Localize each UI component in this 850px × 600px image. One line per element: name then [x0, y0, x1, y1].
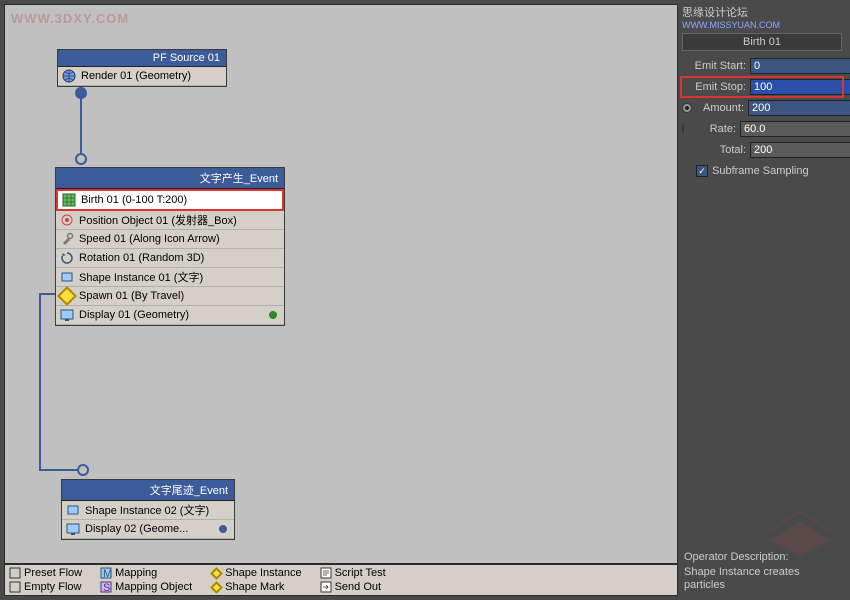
node-row-label: Rotation 01 (Random 3D) — [79, 252, 204, 264]
script-icon — [320, 567, 332, 579]
diamond-icon — [59, 288, 75, 304]
node-row-label: Position Object 01 (发射器_Box) — [79, 212, 237, 228]
panel-title[interactable]: Birth 01 — [682, 33, 842, 51]
node-row-birth[interactable]: Birth 01 (0-100 T:200) — [56, 189, 284, 211]
node-title: 文字产生_Event — [56, 168, 284, 189]
tool-label: Send Out — [335, 581, 381, 593]
radio-amount[interactable] — [682, 103, 692, 113]
tool-shape-mark[interactable]: Shape Mark — [210, 580, 301, 594]
node-row-label: Speed 01 (Along Icon Arrow) — [79, 233, 220, 245]
param-emit-stop: Emit Stop: ▲▼ — [682, 78, 842, 96]
connector-in[interactable] — [75, 153, 87, 165]
node-row-position[interactable]: Position Object 01 (发射器_Box) — [56, 211, 284, 230]
tool-label: Mapping Object — [115, 581, 192, 593]
watermark-text: WWW.3DXY.COM — [11, 11, 129, 26]
subframe-checkbox[interactable]: ✓ — [696, 165, 708, 177]
desc-title: Operator Description: — [684, 551, 840, 564]
radio-rate[interactable] — [682, 124, 684, 134]
node-row-shape-instance[interactable]: Shape Instance 01 (文字) — [56, 268, 284, 287]
node-row-label: Birth 01 (0-100 T:200) — [81, 194, 187, 206]
emit-start-input[interactable] — [750, 58, 850, 74]
diamond-icon — [210, 581, 222, 593]
node-row-label: Display 02 (Geome... — [85, 523, 188, 535]
mapping-obj-icon: S — [100, 581, 112, 593]
emit-stop-input[interactable] — [750, 79, 850, 95]
shape-icon — [59, 269, 75, 285]
grid-icon — [61, 192, 77, 208]
diamond-icon — [210, 567, 222, 579]
node-row-display[interactable]: Display 02 (Geome... — [62, 520, 234, 539]
wire — [39, 293, 55, 295]
tool-script-test[interactable]: Script Test — [320, 566, 386, 580]
param-label: Amount: — [696, 102, 748, 114]
amount-input[interactable] — [748, 100, 850, 116]
status-dot-icon — [219, 525, 227, 533]
node-event-1[interactable]: 文字产生_Event Birth 01 (0-100 T:200) Positi… — [55, 167, 285, 326]
particle-view-canvas[interactable]: WWW.3DXY.COM PF Source 01 Render 01 (Geo… — [4, 4, 678, 564]
tool-mapping[interactable]: M Mapping — [100, 566, 192, 580]
node-pf-source[interactable]: PF Source 01 Render 01 (Geometry) — [57, 49, 227, 87]
param-total: Total: — [682, 141, 842, 159]
node-row-label: Shape Instance 02 (文字) — [85, 502, 209, 518]
node-row-label: Render 01 (Geometry) — [81, 70, 191, 82]
node-row-label: Shape Instance 01 (文字) — [79, 269, 203, 285]
empty-icon — [9, 581, 21, 593]
svg-text:M: M — [103, 568, 112, 579]
tool-label: Preset Flow — [24, 567, 82, 579]
tool-empty-flow[interactable]: Empty Flow — [9, 580, 82, 594]
globe-icon — [61, 68, 77, 84]
attribution-bar: 思缘设计论坛 WWW.MISSYUAN.COM — [678, 4, 846, 33]
node-row-display[interactable]: Display 01 (Geometry) — [56, 306, 284, 325]
tool-label: Shape Instance — [225, 567, 301, 579]
tool-preset-flow[interactable]: Preset Flow — [9, 566, 82, 580]
svg-text:S: S — [103, 582, 110, 593]
param-subframe[interactable]: ✓ Subframe Sampling — [682, 162, 842, 180]
operator-toolbar: Preset Flow Empty Flow M Mapping S Mappi… — [4, 564, 678, 596]
shape-icon — [65, 502, 81, 518]
param-label: Subframe Sampling — [712, 165, 809, 177]
node-row-spawn[interactable]: Spawn 01 (By Travel) — [56, 287, 284, 306]
connector-out[interactable] — [75, 87, 87, 99]
preset-icon — [9, 567, 21, 579]
node-row-speed[interactable]: Speed 01 (Along Icon Arrow) — [56, 230, 284, 249]
node-row-label: Spawn 01 (By Travel) — [79, 290, 184, 302]
node-title: PF Source 01 — [58, 50, 226, 67]
operator-description: Operator Description: Shape Instance cre… — [678, 547, 846, 596]
node-row-label: Display 01 (Geometry) — [79, 309, 189, 321]
tool-label: Script Test — [335, 567, 386, 579]
param-amount: Amount: ▲▼ — [682, 99, 842, 117]
node-row-rotation[interactable]: Rotation 01 (Random 3D) — [56, 249, 284, 268]
node-row-shape-instance[interactable]: Shape Instance 02 (文字) — [62, 501, 234, 520]
display-icon — [59, 307, 75, 323]
param-label: Total: — [682, 144, 750, 156]
wrench-icon — [59, 231, 75, 247]
status-dot-icon — [269, 311, 277, 319]
tool-label: Empty Flow — [24, 581, 81, 593]
wire — [39, 293, 41, 469]
tool-label: Shape Mark — [225, 581, 284, 593]
tool-shape-instance[interactable]: Shape Instance — [210, 566, 301, 580]
tool-mapping-object[interactable]: S Mapping Object — [100, 580, 192, 594]
rate-input[interactable] — [740, 121, 850, 137]
total-output — [750, 142, 850, 158]
param-label: Rate: — [688, 123, 740, 135]
node-title: 文字尾迹_Event — [62, 480, 234, 501]
tool-send-out[interactable]: Send Out — [320, 580, 386, 594]
param-label: Emit Start: — [682, 60, 750, 72]
param-rate: Rate: ▲▼ — [682, 120, 842, 138]
send-icon — [320, 581, 332, 593]
param-label: Emit Stop: — [682, 81, 750, 93]
node-row-render[interactable]: Render 01 (Geometry) — [58, 67, 226, 86]
desc-body: Shape Instance creates particles — [684, 566, 840, 592]
node-event-2[interactable]: 文字尾迹_Event Shape Instance 02 (文字) Displa… — [61, 479, 235, 540]
display-icon — [65, 521, 81, 537]
rotate-icon — [59, 250, 75, 266]
param-emit-start: Emit Start: ▲▼ — [682, 57, 842, 75]
target-icon — [59, 212, 75, 228]
connector-in[interactable] — [77, 464, 89, 476]
tool-label: Mapping — [115, 567, 157, 579]
mapping-icon: M — [100, 567, 112, 579]
